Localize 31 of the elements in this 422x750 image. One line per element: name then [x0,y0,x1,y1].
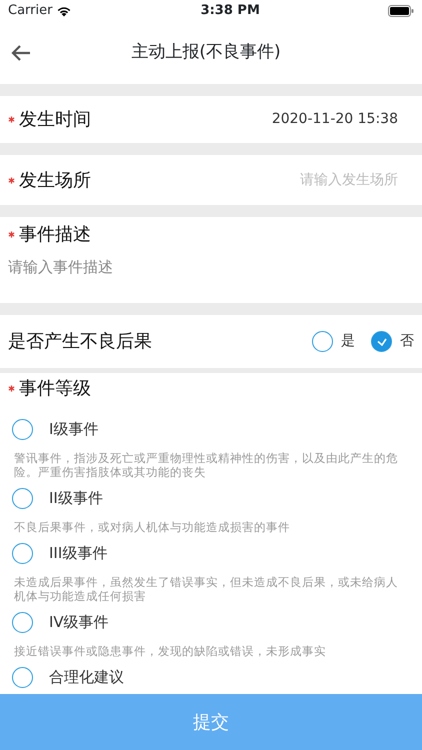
status-time: 3:38 PM [200,2,260,20]
option-label: I级事件 [49,419,98,440]
option-label: III级事件 [49,543,108,564]
option-label: IV级事件 [49,612,109,634]
field-label: 发生时间 [19,108,91,132]
option-label: 是 [341,332,355,351]
radio-button[interactable] [12,667,33,688]
wifi-icon [56,5,72,17]
page-title: 主动上报(不良事件) [130,41,282,64]
option-description: 未造成后果事件，虽然发生了错误事实，但未造成不良后果，或未给病人机体与功能造成任何损害 [13,574,399,604]
option-description: 不良后果事件，或对病人机体与功能造成损害的事件 [13,518,291,534]
check-icon [376,338,386,346]
radio-button[interactable] [12,418,33,440]
battery-icon [388,5,414,17]
field-label: 发生场所 [19,168,91,192]
option-description: 警讯事件，指涉及死亡或严重物理性或精神性的伤害，以及由此产生的危险。严重伤害指肢体或其功能的丧失 [13,450,399,480]
option-label: 否 [400,332,414,351]
radio-button[interactable] [371,331,392,352]
field-label: 是否产生不良后果 [8,330,152,354]
option-label: 合理化建议 [49,667,124,688]
field-label: 事件等级 [19,377,91,401]
option-description: 接近错误事件或隐患事件，发现的缺陷或错误，未形成事实 [13,642,327,658]
radio-button[interactable] [12,542,33,564]
carrier-label: Carrier [8,2,52,20]
back-button[interactable] [10,44,32,62]
radio-button[interactable] [312,331,333,352]
option-label: II级事件 [49,488,103,510]
radio-button[interactable] [12,612,33,634]
radio-button[interactable] [12,488,33,509]
field-label: 事件描述 [19,223,91,247]
date-value[interactable]: 2020-11-20 15:38 [272,109,398,130]
